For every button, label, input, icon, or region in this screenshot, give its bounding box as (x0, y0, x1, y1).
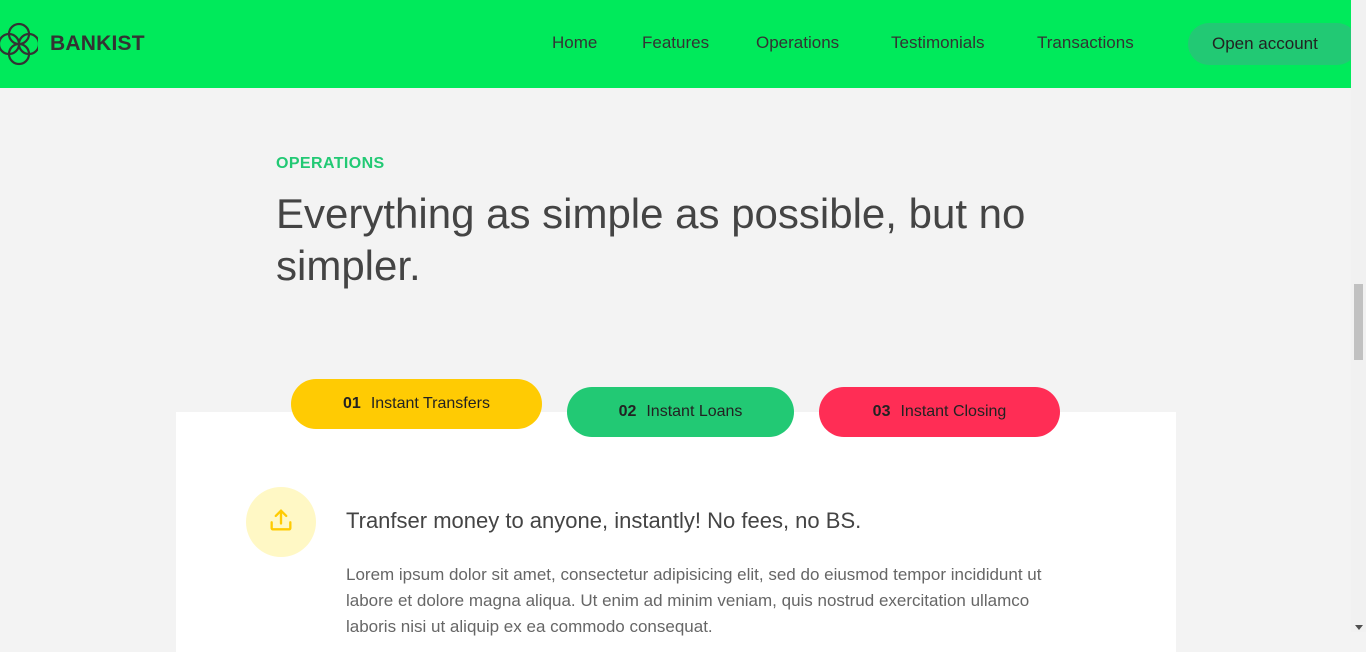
nav-link-features[interactable]: Features (642, 33, 709, 53)
operation-heading: Tranfser money to anyone, instantly! No … (346, 508, 862, 533)
tab-instant-loans[interactable]: 02 Instant Loans (567, 387, 794, 437)
nav-link-transactions[interactable]: Transactions (1037, 33, 1134, 53)
tab-number: 02 (618, 403, 637, 420)
nav-link-operations[interactable]: Operations (756, 33, 839, 53)
tab-label: Instant Closing (900, 403, 1007, 420)
operation-icon-circle (246, 487, 316, 557)
tab-instant-closing[interactable]: 03 Instant Closing (819, 387, 1060, 437)
bankist-logo-icon (0, 22, 38, 66)
nav-link-testimonials[interactable]: Testimonials (891, 33, 985, 53)
upload-icon (267, 506, 295, 539)
tab-number: 03 (872, 403, 891, 420)
navbar: BANKIST Home Features Operations Testimo… (0, 0, 1358, 88)
tab-label: Instant Loans (646, 403, 743, 420)
tab-label: Instant Transfers (370, 395, 490, 412)
open-account-button[interactable]: Open account (1188, 23, 1358, 65)
section-title: Everything as simple as possible, but no… (276, 190, 1026, 289)
section-label: OPERATIONS (276, 155, 385, 172)
scroll-down-arrow-icon[interactable] (1354, 625, 1363, 630)
nav-link-home[interactable]: Home (552, 33, 597, 53)
vertical-scrollbar[interactable] (1351, 0, 1366, 632)
tab-number: 01 (343, 395, 361, 412)
operation-description: Lorem ipsum dolor sit amet, consectetur … (346, 565, 1042, 636)
scrollbar-thumb[interactable] (1354, 284, 1363, 360)
tab-instant-transfers[interactable]: 01 Instant Transfers (291, 379, 542, 429)
brand-name: BANKIST (50, 32, 145, 55)
brand-logo[interactable]: BANKIST (0, 22, 145, 66)
